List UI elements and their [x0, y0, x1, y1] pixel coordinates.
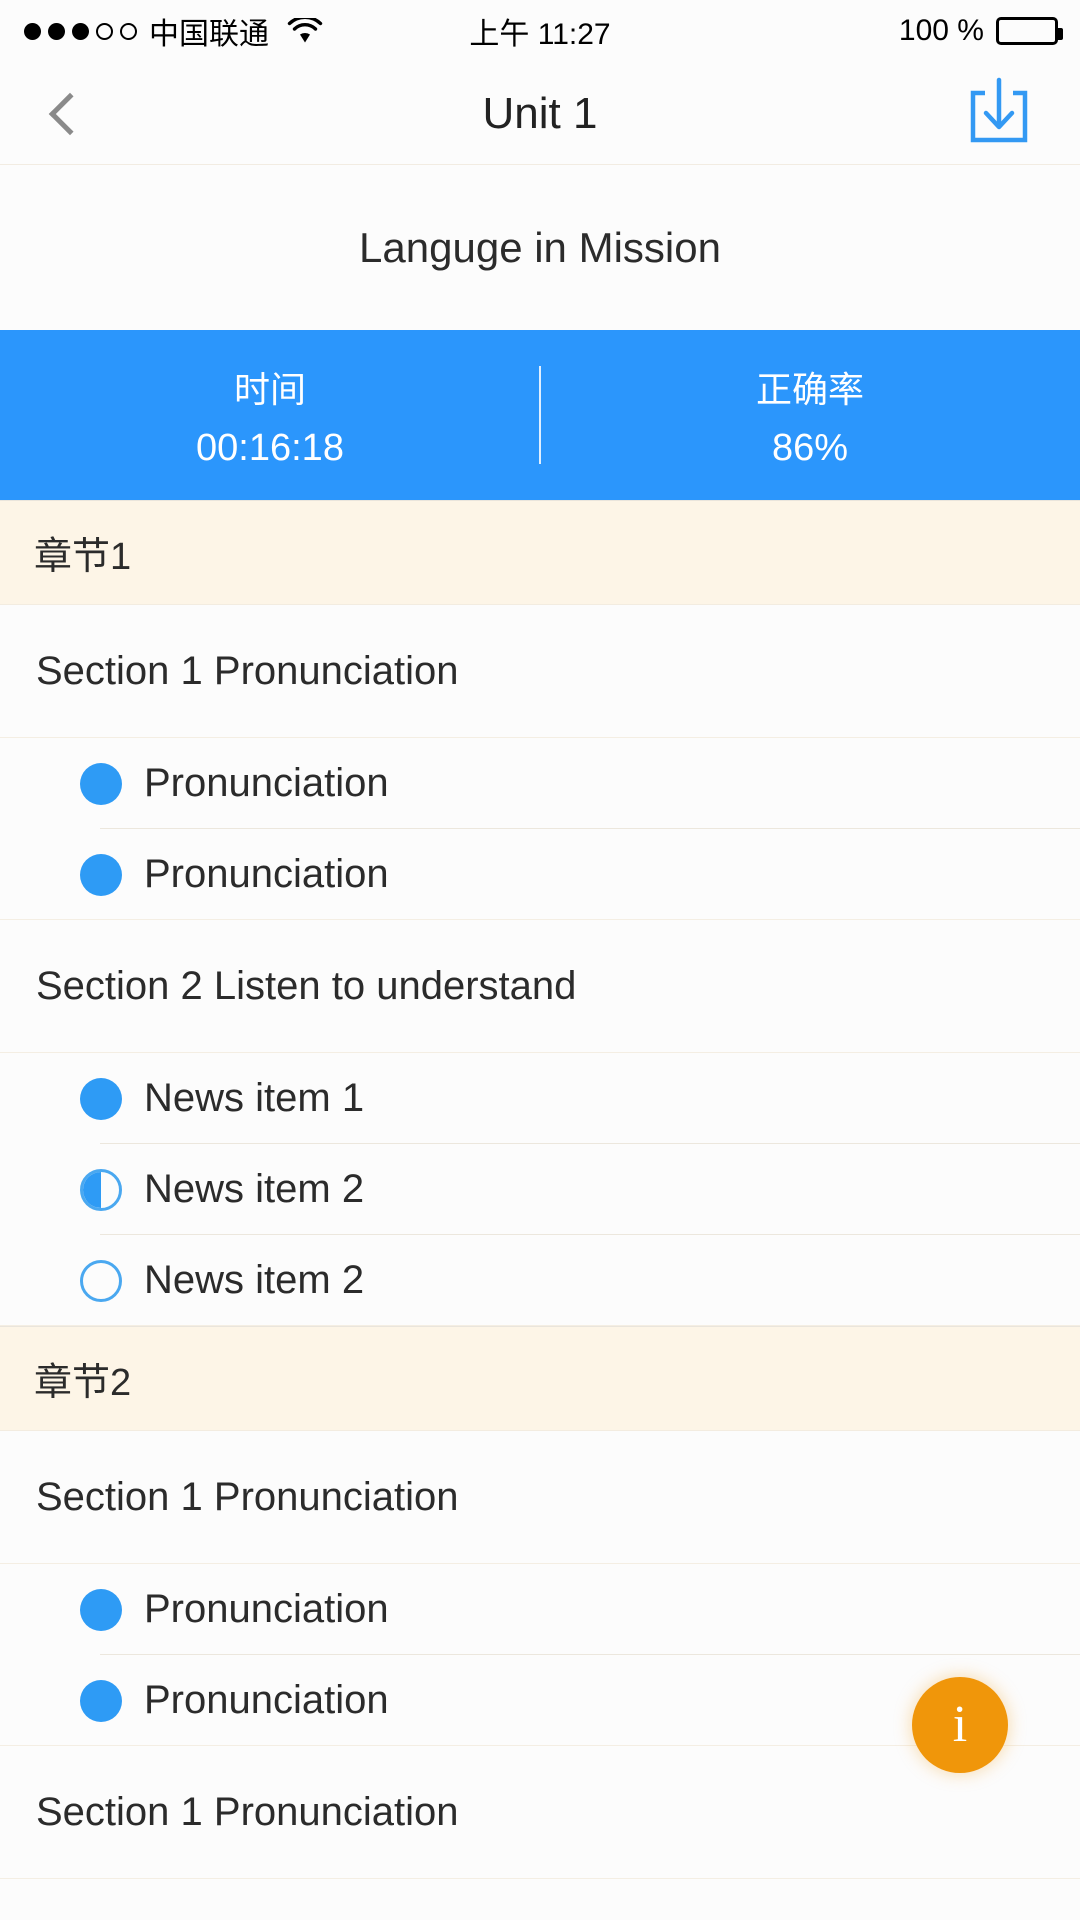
- section-row[interactable]: Section 1 Pronunciation: [0, 1746, 1080, 1879]
- progress-circle-full-icon: [80, 1588, 122, 1631]
- section-row[interactable]: Section 1 Pronunciation: [0, 1431, 1080, 1564]
- progress-circle-full-icon: [80, 853, 122, 896]
- stat-accuracy-value: 86%: [771, 426, 849, 469]
- list-item[interactable]: News item 2: [0, 1235, 1080, 1326]
- status-bar-right: 100 %: [898, 0, 1063, 62]
- list-item[interactable]: News item 1: [0, 1053, 1080, 1144]
- list-item[interactable]: Pronunciation: [0, 1564, 1080, 1655]
- info-button[interactable]: i: [912, 1677, 1008, 1773]
- section-row[interactable]: Section 1 Pronunciation: [0, 605, 1080, 738]
- section-label: Section 2 Listen to understand: [36, 963, 577, 1008]
- lesson-list: 章节1 Section 1 Pronunciation Pronunciation P…: [0, 500, 1080, 1879]
- section-label: Section 1 Pronunciation: [36, 648, 459, 693]
- list-item-label: Pronunciation: [144, 1678, 389, 1722]
- list-item[interactable]: News item 2: [0, 1144, 1080, 1235]
- progress-circle-full-icon: [80, 1679, 122, 1722]
- list-item-label: News item 2: [144, 1258, 365, 1302]
- list-item-label: Pronunciation: [144, 1587, 389, 1631]
- list-item[interactable]: Pronunciation: [0, 829, 1080, 920]
- battery-icon: [996, 17, 1063, 45]
- stat-time-value: 00:16:18: [196, 426, 344, 469]
- chapter-label: 章节2: [34, 1362, 132, 1404]
- status-time: 上午 11:27: [469, 18, 611, 51]
- stat-time-label: 时间: [233, 368, 306, 410]
- page-title: Unit 1: [482, 88, 598, 138]
- info-icon: i: [952, 1696, 968, 1753]
- download-button[interactable]: [954, 62, 1044, 165]
- progress-circle-full-icon: [80, 762, 122, 805]
- battery-percent-label: 100 %: [898, 14, 984, 47]
- section-label: Section 1 Pronunciation: [36, 1789, 459, 1834]
- list-item[interactable]: Pronunciation: [0, 738, 1080, 829]
- section-row[interactable]: Section 2 Listen to understand: [0, 920, 1080, 1053]
- stats-divider: [539, 366, 541, 464]
- section-label: Section 1 Pronunciation: [36, 1474, 459, 1519]
- chapter-label: 章节1: [34, 536, 132, 578]
- stat-accuracy-label: 正确率: [755, 368, 864, 410]
- app-root: 中国联通 上午 11:27 100 % Unit 1 Languge in Mi…: [0, 0, 1080, 1920]
- course-subtitle: Languge in Mission: [359, 223, 721, 271]
- subtitle-bar: Languge in Mission: [0, 165, 1080, 330]
- progress-circle-full-icon: [80, 1077, 122, 1120]
- stat-accuracy: 正确率 86%: [540, 361, 1080, 470]
- list-item-label: Pronunciation: [144, 852, 389, 896]
- chapter-header[interactable]: 章节1: [0, 500, 1080, 605]
- status-bar: 中国联通 上午 11:27 100 %: [0, 0, 1080, 62]
- progress-circle-half-icon: [80, 1168, 122, 1211]
- download-icon: [968, 76, 1030, 151]
- chapter-header[interactable]: 章节2: [0, 1326, 1080, 1431]
- stat-time: 时间 00:16:18: [0, 361, 540, 470]
- list-item-label: News item 2: [144, 1167, 365, 1211]
- list-item-label: News item 1: [144, 1076, 365, 1120]
- progress-circle-empty-icon: [80, 1259, 122, 1302]
- list-item-label: Pronunciation: [144, 761, 389, 805]
- stats-bar: 时间 00:16:18 正确率 86%: [0, 330, 1080, 500]
- nav-bar: Unit 1: [0, 62, 1080, 165]
